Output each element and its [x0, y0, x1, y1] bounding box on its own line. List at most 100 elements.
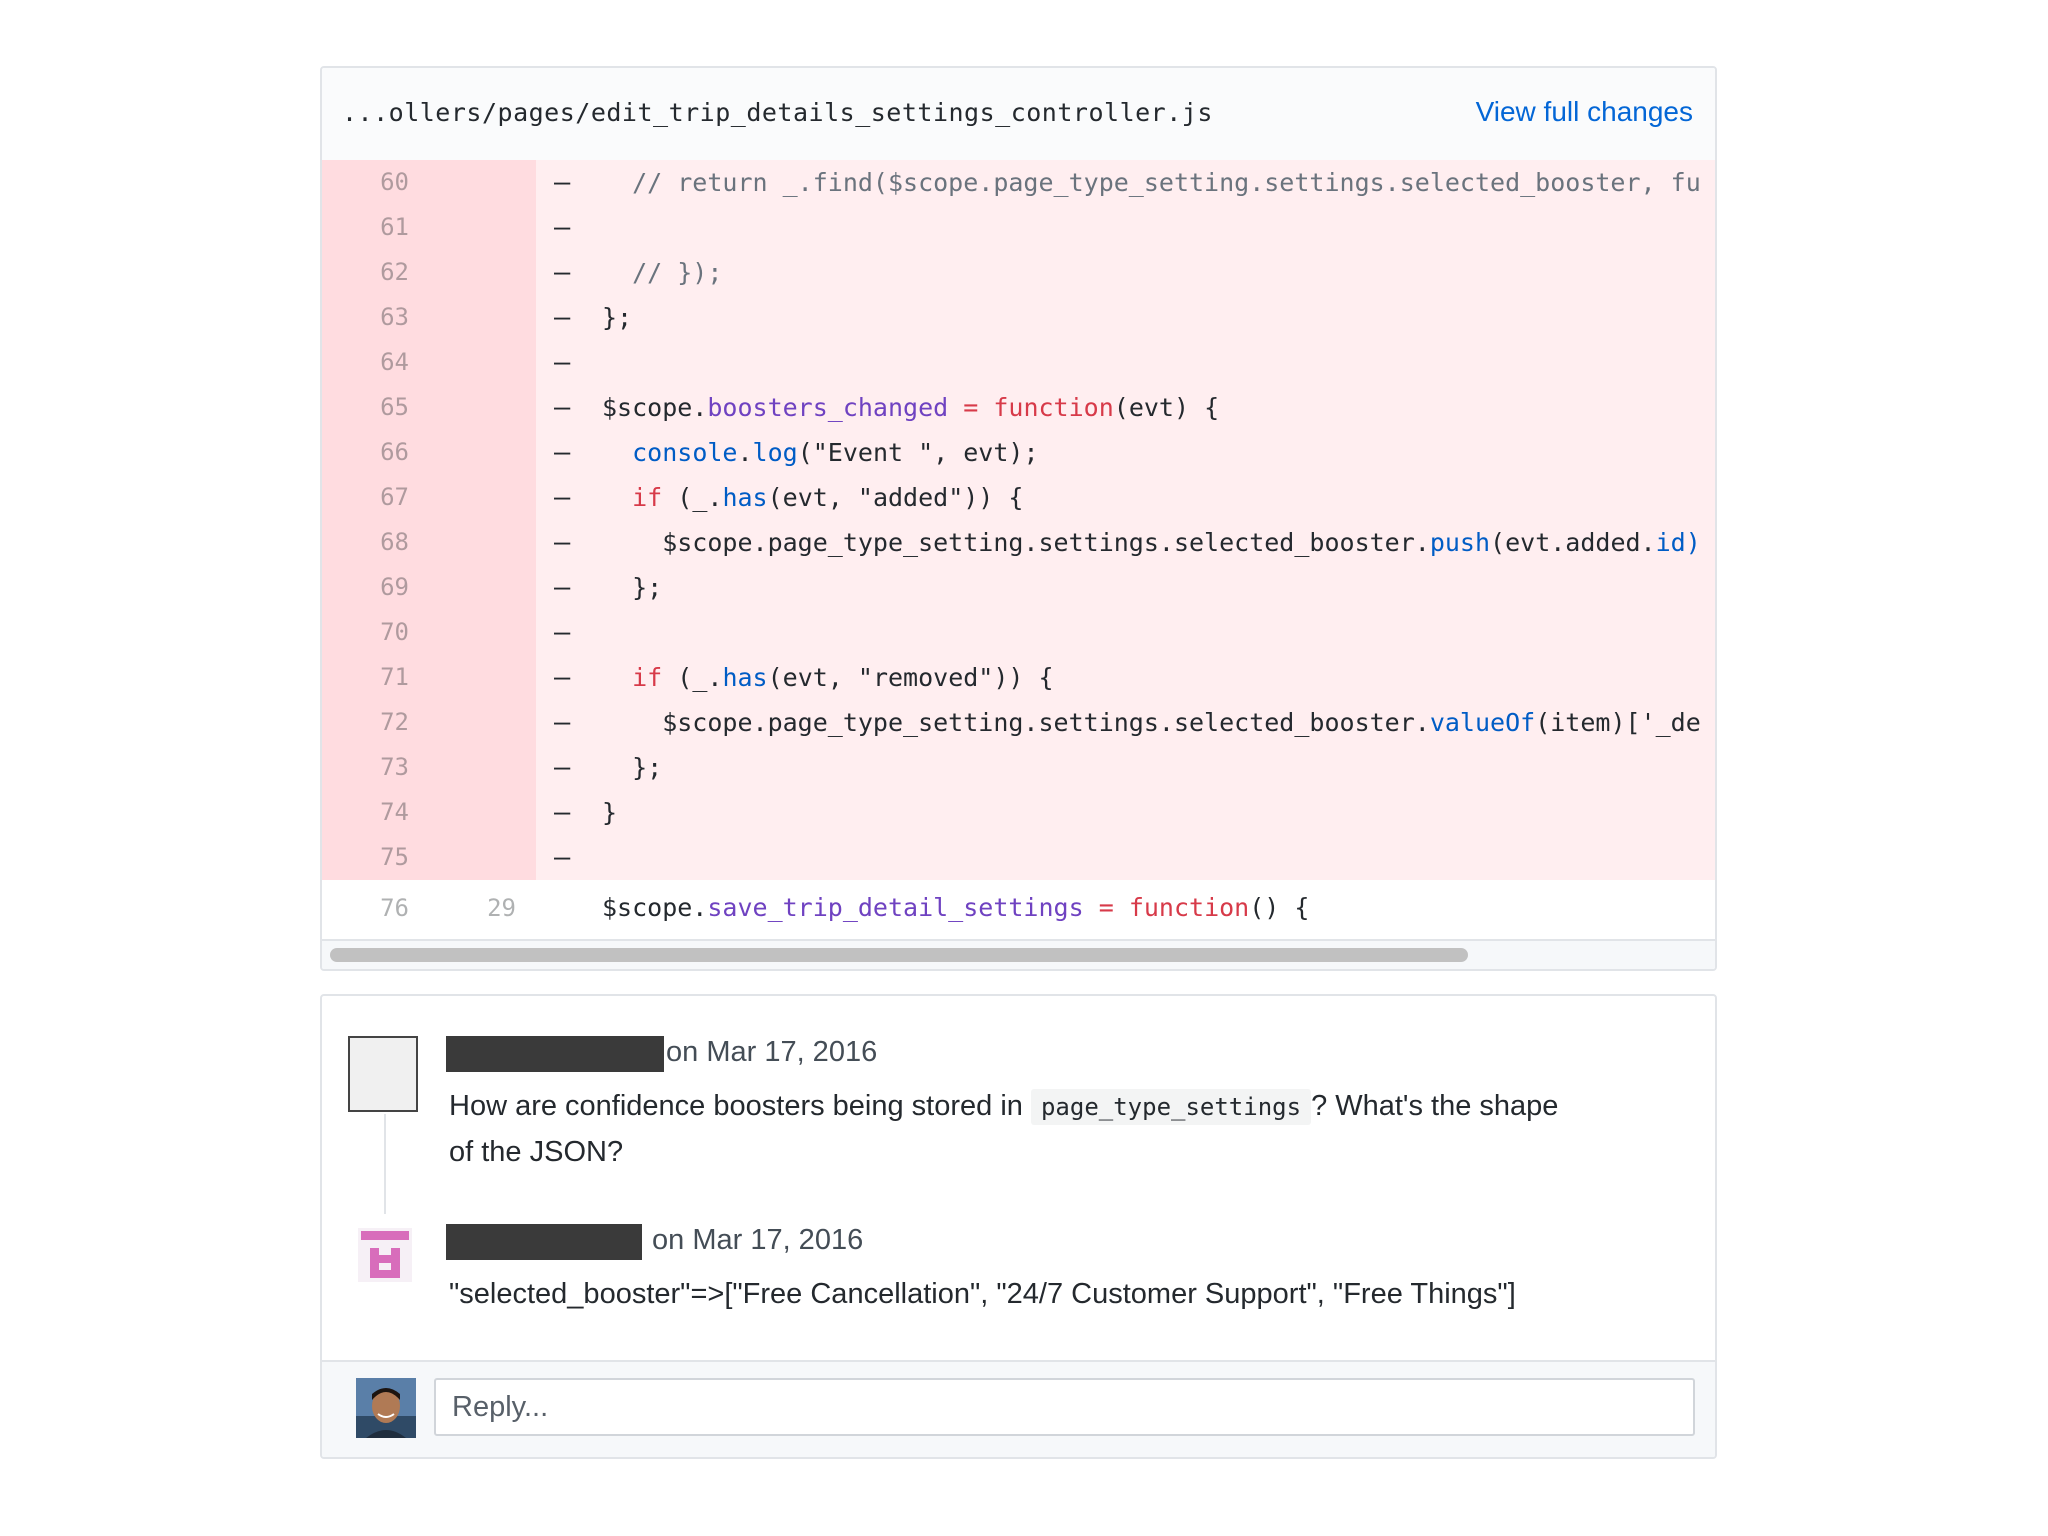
- code-token: function: [993, 393, 1114, 422]
- code-token: valueOf: [1429, 708, 1536, 737]
- redacted-username: [446, 1224, 642, 1260]
- new-line-number[interactable]: [429, 340, 536, 385]
- old-line-number[interactable]: 63: [322, 295, 429, 340]
- new-line-number[interactable]: [429, 790, 536, 835]
- identicon-avatar[interactable]: [358, 1228, 412, 1282]
- code-line: $scope.page_type_setting.settings.select…: [602, 700, 1701, 745]
- avatar[interactable]: [348, 1036, 418, 1112]
- comment-text: How are confidence boosters being stored…: [449, 1090, 1023, 1122]
- diff-line-deleted[interactable]: 71 – if (_.has(evt, "removed")) {: [322, 655, 1715, 700]
- horizontal-scrollbar[interactable]: [322, 939, 1715, 969]
- comment-timestamp[interactable]: on Mar 17, 2016: [666, 1036, 877, 1069]
- new-line-number[interactable]: [429, 655, 536, 700]
- code-line: }: [602, 790, 617, 835]
- code-token: if: [632, 663, 663, 692]
- diff-line-deleted[interactable]: 72 – $scope.page_type_setting.settings.se…: [322, 700, 1715, 745]
- diff-line-deleted[interactable]: 70 –: [322, 610, 1715, 655]
- comment-timestamp[interactable]: on Mar 17, 2016: [652, 1224, 863, 1257]
- diff-line-context[interactable]: 76 29 $scope.save_trip_detail_settings = f…: [322, 880, 1715, 936]
- new-line-number[interactable]: [429, 430, 536, 475]
- diff-line-deleted[interactable]: 61 –: [322, 205, 1715, 250]
- new-line-number[interactable]: [429, 565, 536, 610]
- code-token: (evt) {: [1113, 393, 1220, 422]
- redacted-username: [446, 1036, 664, 1072]
- diff-line-deleted[interactable]: 64 –: [322, 340, 1715, 385]
- new-line-number[interactable]: [429, 160, 536, 205]
- code-token: () {: [1249, 893, 1310, 922]
- old-line-number[interactable]: 66: [322, 430, 429, 475]
- diff-sign: –: [554, 302, 571, 333]
- file-path: ...ollers/pages/edit_trip_details_settin…: [342, 98, 1213, 127]
- diff-file-header: ...ollers/pages/edit_trip_details_settin…: [322, 68, 1715, 162]
- new-line-number[interactable]: [429, 475, 536, 520]
- old-line-number[interactable]: 70: [322, 610, 429, 655]
- code-line: console.log("Event ", evt);: [602, 430, 1038, 475]
- diff-file-panel: ...ollers/pages/edit_trip_details_settin…: [320, 66, 1717, 971]
- diff-sign: –: [554, 662, 571, 693]
- diff-sign: –: [554, 797, 571, 828]
- new-line-number[interactable]: [429, 520, 536, 565]
- new-line-number[interactable]: [429, 835, 536, 880]
- diff-sign: –: [554, 482, 571, 513]
- code-line: if (_.has(evt, "added")) {: [602, 475, 1023, 520]
- comment-thread: on Mar 17, 2016 How are confidence boost…: [320, 994, 1717, 1459]
- reply-input[interactable]: [434, 1378, 1695, 1436]
- new-line-number[interactable]: [429, 385, 536, 430]
- scrollbar-thumb[interactable]: [330, 948, 1468, 962]
- code-line: };: [602, 745, 662, 790]
- old-line-number[interactable]: 62: [322, 250, 429, 295]
- diff-sign: –: [554, 842, 571, 873]
- diff-line-deleted[interactable]: 63 –};: [322, 295, 1715, 340]
- code-token: has: [722, 483, 768, 512]
- old-line-number[interactable]: 75: [322, 835, 429, 880]
- diff-sign: –: [554, 167, 571, 198]
- code-token: $scope.: [602, 893, 708, 922]
- old-line-number[interactable]: 60: [322, 160, 429, 205]
- old-line-number[interactable]: 72: [322, 700, 429, 745]
- new-line-number[interactable]: [429, 205, 536, 250]
- diff-line-deleted[interactable]: 69 – };: [322, 565, 1715, 610]
- code-token: (_.: [662, 483, 723, 512]
- code-token: has: [722, 663, 768, 692]
- old-line-number[interactable]: 65: [322, 385, 429, 430]
- new-line-number[interactable]: [429, 295, 536, 340]
- new-line-number[interactable]: [429, 745, 536, 790]
- diff-sign: –: [554, 752, 571, 783]
- old-line-number[interactable]: 69: [322, 565, 429, 610]
- code-token: };: [602, 573, 663, 602]
- code-token: $scope.: [602, 393, 708, 422]
- diff-line-deleted[interactable]: 65– $scope.boosters_changed = function(ev…: [322, 385, 1715, 430]
- new-line-number[interactable]: [429, 700, 536, 745]
- old-line-number[interactable]: 76: [322, 880, 429, 936]
- old-line-number[interactable]: 67: [322, 475, 429, 520]
- old-line-number[interactable]: 64: [322, 340, 429, 385]
- old-line-number[interactable]: 68: [322, 520, 429, 565]
- old-line-number[interactable]: 74: [322, 790, 429, 835]
- diff-line-deleted[interactable]: 74 –}: [322, 790, 1715, 835]
- code-line: if (_.has(evt, "removed")) {: [602, 655, 1053, 700]
- old-line-number[interactable]: 71: [322, 655, 429, 700]
- diff-sign: –: [554, 527, 571, 558]
- comment-text: "selected_booster"=>["Free Cancellation"…: [449, 1278, 1516, 1310]
- code-token: // return _.find($scope.page_type_settin…: [602, 168, 1701, 197]
- old-line-number[interactable]: 61: [322, 205, 429, 250]
- new-line-number[interactable]: [429, 250, 536, 295]
- diff-line-deleted[interactable]: 73 – };: [322, 745, 1715, 790]
- diff-sign: –: [554, 212, 571, 243]
- diff-line-deleted[interactable]: 75 –: [322, 835, 1715, 880]
- code-token: push: [1429, 528, 1491, 557]
- code-token: (item)['_de: [1535, 708, 1701, 737]
- diff-line-deleted[interactable]: 66 – console.log("Event ", evt);: [322, 430, 1715, 475]
- old-line-number[interactable]: 73: [322, 745, 429, 790]
- view-full-changes-link[interactable]: View full changes: [1476, 96, 1693, 128]
- diff-line-deleted[interactable]: 67 – if (_.has(evt, "added")) {: [322, 475, 1715, 520]
- new-line-number[interactable]: [429, 610, 536, 655]
- diff-line-deleted[interactable]: 60 – // return _.find($scope.page_type_se…: [322, 160, 1715, 205]
- code-token: boosters_changed: [707, 393, 949, 422]
- diff-line-deleted[interactable]: 68 – $scope.page_type_setting.settings.se…: [322, 520, 1715, 565]
- reply-bar: [322, 1360, 1715, 1457]
- code-line: };: [602, 295, 632, 340]
- diff-line-deleted[interactable]: 62 – // });: [322, 250, 1715, 295]
- new-line-number[interactable]: 29: [429, 880, 536, 936]
